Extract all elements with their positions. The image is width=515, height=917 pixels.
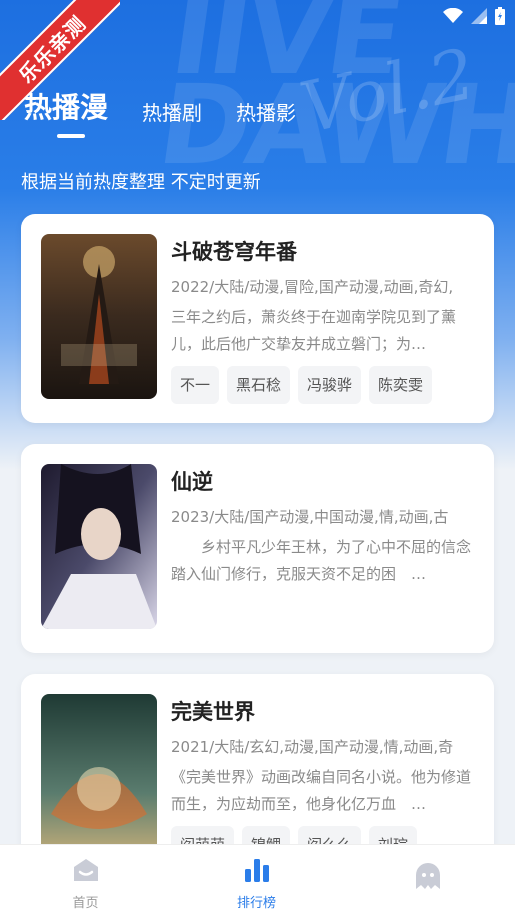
item-description: 乡村平凡少年王林，为了心中不屈的信念踏入仙门修行，克服天资不足的困 … [171,538,472,583]
tab-indicator [57,134,85,138]
nav-mine[interactable] [342,845,513,917]
nav-home[interactable]: 首页 [0,845,171,917]
wifi-icon [443,8,463,24]
status-bar [415,0,515,32]
item-title: 斗破苍穹年番 [171,240,297,264]
item-description: 三年之约后，萧炎终于在迦南学院见到了薰儿，此后他广交挚友并成立磐门；为… [171,308,457,353]
item-meta: 2021/大陆/玄幻,动漫,国产动漫,情,动画,奇 [171,738,454,756]
nav-label: 排行榜 [236,896,276,911]
cover-image[interactable] [41,464,157,629]
tab-hot-anime[interactable]: 热播漫 [24,86,108,126]
item-meta: 2022/大陆/动漫,冒险,国产动漫,动画,奇幻, [171,278,454,296]
page-subtitle: 根据当前热度整理 不定时更新 [21,172,261,193]
item-meta: 2023/大陆/国产动漫,中国动漫,情,动画,古 [171,508,449,526]
cast-tag[interactable]: 黑石稔 [227,366,291,404]
ghost-icon [414,861,442,895]
cast-tag[interactable]: 陈奕雯 [369,366,433,404]
home-icon [72,857,100,887]
ranking-icon [243,857,271,887]
cast-tags: 不一 黑石稔 冯骏骅 陈奕雯 [171,366,481,404]
cover-image[interactable] [41,694,157,859]
bottom-navigation: 首页 排行榜 [0,844,515,917]
battery-icon [495,7,505,25]
cover-image[interactable] [41,234,157,399]
category-tabs: 热播漫 热播剧 热播影 [24,86,296,126]
tab-hot-drama[interactable]: 热播剧 [142,97,202,126]
cast-tag[interactable]: 冯骏骅 [298,366,362,404]
item-title: 完美世界 [171,700,255,724]
item-description: 《完美世界》动画改编自同名小说。他为修道而生，为应劫而至，他身化亿万血 … [171,768,472,813]
item-title: 仙逆 [171,470,213,494]
cast-tag[interactable]: 不一 [171,366,220,404]
nav-label: 首页 [72,896,99,911]
nav-ranking[interactable]: 排行榜 [171,845,342,917]
signal-icon [471,8,487,24]
list-item[interactable]: 斗破苍穹年番 2022/大陆/动漫,冒险,国产动漫,动画,奇幻, 三年之约后，萧… [21,214,494,423]
list-item[interactable]: 仙逆 2023/大陆/国产动漫,中国动漫,情,动画,古 乡村平凡少年王林，为了心… [21,444,494,653]
tab-hot-movie[interactable]: 热播影 [236,97,296,126]
